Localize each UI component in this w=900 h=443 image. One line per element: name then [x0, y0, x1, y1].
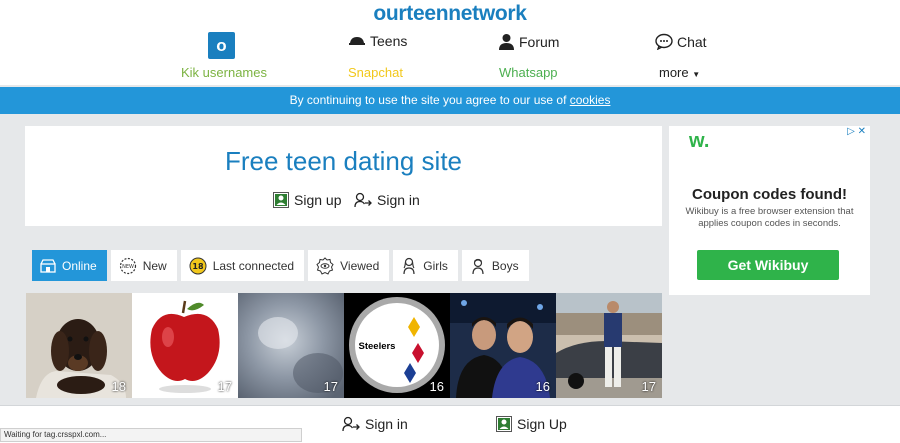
profile-card[interactable]: 17	[132, 293, 238, 398]
hero-panel: Free teen dating site Sign up Sign in	[25, 126, 662, 226]
signin-label: Sign in	[377, 192, 420, 208]
tab-viewed-label: Viewed	[340, 258, 380, 273]
signin-button[interactable]: Sign in	[354, 192, 420, 208]
nav-chat[interactable]: Chat	[655, 33, 707, 50]
kik-icon[interactable]: o	[208, 32, 235, 59]
page-title: Free teen dating site	[224, 146, 463, 176]
profile-age: 17	[641, 379, 656, 394]
filter-tabs: Online NEW New 18 Last connected Viewed …	[32, 250, 529, 281]
tab-last-connected[interactable]: 18 Last connected	[180, 250, 305, 281]
signin-user-icon	[342, 416, 360, 432]
18-badge-icon: 18	[189, 257, 207, 274]
profile-card[interactable]: 17	[556, 293, 662, 398]
caret-down-icon: ▼	[692, 70, 701, 79]
tab-boys[interactable]: Boys	[461, 250, 529, 281]
store-icon	[40, 258, 56, 273]
profile-age: 17	[323, 379, 338, 394]
forum-user-icon	[499, 34, 514, 50]
profile-grid: 18 17 17 Steelers 16 16 17	[26, 293, 662, 398]
nav-more-label: more	[659, 65, 689, 80]
teens-cap-icon	[349, 37, 365, 45]
nav-teens[interactable]: Teens	[348, 33, 407, 49]
get-wikibuy-button[interactable]: Get Wikibuy	[697, 250, 839, 280]
tab-new-label: New	[142, 258, 167, 273]
top-bar: ourteennetwork o Teens Forum Chat Kik us…	[0, 0, 900, 85]
tab-girls[interactable]: Girls	[393, 250, 458, 281]
cookie-notice: By continuing to use the site you agree …	[0, 87, 900, 114]
signup-card-icon	[273, 192, 289, 208]
tab-viewed[interactable]: Viewed	[308, 250, 390, 281]
profile-card[interactable]: Steelers 16	[344, 293, 450, 398]
site-logo[interactable]: ourteennetwork	[0, 2, 900, 26]
nav-kik-usernames[interactable]: Kik usernames	[181, 65, 267, 80]
footer-signup-button[interactable]: Sign Up	[496, 416, 567, 432]
ad-body: Wikibuy is a free browser extension that…	[685, 206, 854, 229]
eye-badge-icon	[316, 256, 334, 275]
girl-icon	[403, 257, 415, 274]
tab-girls-label: Girls	[423, 258, 448, 273]
nav-teens-label: Teens	[370, 33, 408, 49]
footer-signin-button[interactable]: Sign in	[342, 416, 408, 432]
tab-last-connected-label: Last connected	[212, 258, 295, 273]
tab-boys-label: Boys	[491, 258, 519, 273]
cookie-notice-text: By continuing to use the site you agree …	[289, 93, 567, 107]
nav-forum-label: Forum	[519, 33, 560, 50]
boy-icon	[472, 258, 484, 274]
ad-choices-icon[interactable]: ▷ ✕	[847, 126, 866, 137]
cookies-link[interactable]: cookies	[570, 93, 611, 107]
nav-snapchat[interactable]: Snapchat	[348, 65, 403, 80]
profile-card[interactable]: 17	[238, 293, 344, 398]
browser-status-bar: Waiting for tag.crsspxl.com...	[0, 428, 302, 442]
wikibuy-logo: w.	[689, 130, 710, 152]
signup-button[interactable]: Sign up	[273, 192, 341, 208]
profile-age: 16	[535, 379, 550, 394]
steelers-text: Steelers	[359, 341, 396, 352]
new-badge-icon: NEW	[119, 257, 136, 274]
profile-age: 17	[217, 379, 232, 394]
signup-label: Sign up	[294, 192, 342, 208]
nav-forum[interactable]: Forum	[498, 33, 559, 50]
profile-card[interactable]: 16	[450, 293, 556, 398]
signin-user-icon	[354, 192, 372, 208]
nav-whatsapp[interactable]: Whatsapp	[499, 65, 558, 80]
ad-panel[interactable]: w. ▷ ✕ Coupon codes found! Wikibuy is a …	[669, 126, 870, 295]
ad-headline: Coupon codes found!	[692, 186, 847, 203]
footer-signin-label: Sign in	[365, 416, 408, 432]
tab-new[interactable]: NEW New	[110, 250, 177, 281]
profile-age: 18	[111, 379, 126, 394]
footer-signup-label: Sign Up	[517, 416, 567, 432]
tab-online-label: Online	[62, 258, 97, 273]
profile-card[interactable]: 18	[26, 293, 132, 398]
nav-more[interactable]: more ▼	[659, 65, 700, 80]
chat-bubble-icon	[655, 33, 673, 50]
signup-card-icon	[496, 416, 512, 432]
nav-chat-label: Chat	[677, 33, 707, 50]
svg-text:18: 18	[192, 262, 204, 271]
tab-online[interactable]: Online	[32, 250, 107, 281]
profile-age: 16	[429, 379, 444, 394]
svg-text:NEW: NEW	[122, 264, 134, 270]
